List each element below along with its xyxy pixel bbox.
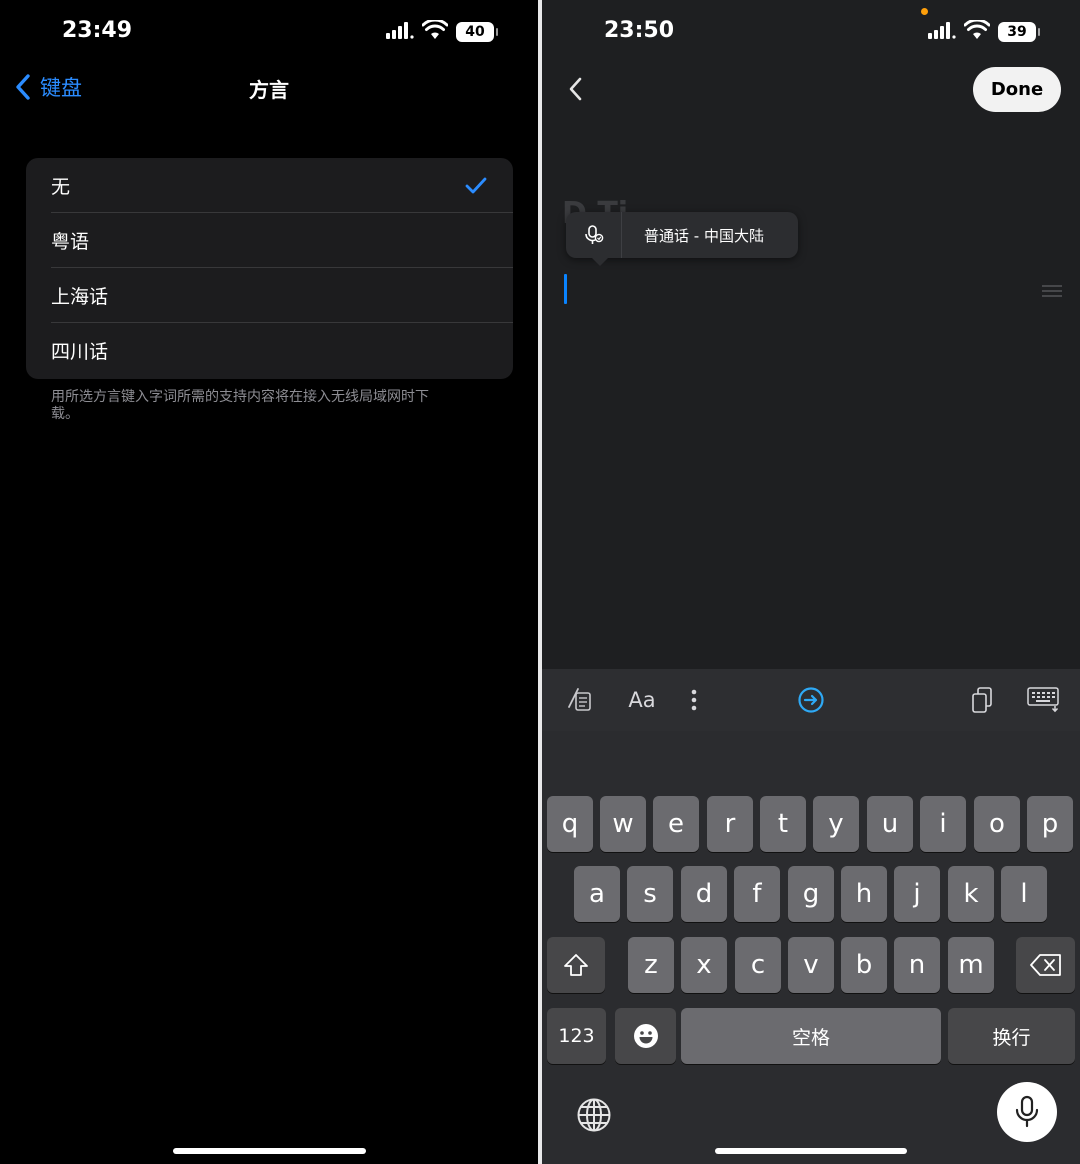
text-style-icon[interactable]: [562, 669, 598, 731]
arrow-circle-icon[interactable]: [796, 669, 826, 731]
status-icons: 39: [928, 18, 1040, 44]
numbers-key[interactable]: 123: [547, 1008, 606, 1064]
option-label: 四川话: [51, 341, 109, 363]
dialect-option-cantonese[interactable]: 粤语: [26, 213, 513, 268]
wifi-icon: [963, 18, 991, 44]
key-z[interactable]: z: [628, 937, 674, 993]
back-button[interactable]: [564, 74, 586, 108]
option-label: 无: [51, 176, 71, 198]
status-icons: 40: [386, 18, 498, 44]
text-cursor: [564, 274, 567, 304]
chevron-left-icon: [569, 77, 582, 101]
dictation-language-popup[interactable]: 普通话 - 中国大陆: [566, 212, 798, 266]
key-i[interactable]: i: [920, 796, 966, 852]
return-key[interactable]: 换行: [948, 1008, 1075, 1064]
key-c[interactable]: c: [735, 937, 781, 993]
key-h[interactable]: h: [841, 866, 887, 922]
emoji-key[interactable]: [615, 1008, 676, 1064]
backspace-icon: [1029, 954, 1061, 976]
globe-icon[interactable]: [572, 1093, 616, 1137]
drag-handle-icon[interactable]: [1042, 285, 1062, 300]
dialect-settings-screen: 23:49 40 键盘 方言 无 粤语 上海话 四川话 用所选方言键入字词所需的…: [0, 0, 538, 1164]
wifi-icon: [421, 18, 449, 44]
key-s[interactable]: s: [627, 866, 673, 922]
privacy-indicator-dot: [921, 8, 928, 15]
home-indicator[interactable]: [715, 1148, 907, 1154]
battery-indicator: 40: [456, 22, 498, 42]
key-p[interactable]: p: [1027, 796, 1073, 852]
key-r[interactable]: r: [707, 796, 753, 852]
editor-toolbar: Aa: [542, 669, 1080, 731]
key-d[interactable]: d: [681, 866, 727, 922]
shift-arrow-icon: [564, 954, 588, 976]
done-button[interactable]: Done: [973, 67, 1061, 112]
key-a[interactable]: a: [574, 866, 620, 922]
status-time: 23:49: [62, 18, 133, 43]
dictation-language-label: 普通话 - 中国大陆: [644, 226, 764, 245]
key-w[interactable]: w: [600, 796, 646, 852]
shift-key[interactable]: [547, 937, 605, 993]
note-editor-screen: 23:50 39 Done D Ti 普通话 - 中国大陆 Aa: [542, 0, 1080, 1164]
space-key[interactable]: 空格: [681, 1008, 941, 1064]
more-options-icon[interactable]: [682, 669, 706, 731]
checkmark-icon: [465, 177, 487, 193]
page-title: 方言: [249, 78, 289, 102]
key-b[interactable]: b: [841, 937, 887, 993]
key-l[interactable]: l: [1001, 866, 1047, 922]
dialect-option-shanghainese[interactable]: 上海话: [26, 268, 513, 323]
key-k[interactable]: k: [948, 866, 994, 922]
key-o[interactable]: o: [974, 796, 1020, 852]
hide-keyboard-icon[interactable]: [1026, 669, 1064, 731]
status-time: 23:50: [604, 18, 675, 43]
clipboard-icon[interactable]: [968, 669, 996, 731]
key-x[interactable]: x: [681, 937, 727, 993]
font-format-button[interactable]: Aa: [622, 669, 662, 731]
key-e[interactable]: e: [653, 796, 699, 852]
emoji-icon: [633, 1024, 658, 1048]
home-indicator[interactable]: [173, 1148, 366, 1154]
dictation-mic-button[interactable]: [997, 1082, 1057, 1142]
battery-indicator: 39: [998, 22, 1040, 42]
key-n[interactable]: n: [894, 937, 940, 993]
dialect-option-none[interactable]: 无: [26, 158, 513, 213]
key-f[interactable]: f: [734, 866, 780, 922]
cellular-signal-icon: [386, 21, 414, 43]
key-m[interactable]: m: [948, 937, 994, 993]
key-v[interactable]: v: [788, 937, 834, 993]
delete-key[interactable]: [1016, 937, 1075, 993]
key-g[interactable]: g: [788, 866, 834, 922]
key-t[interactable]: t: [760, 796, 806, 852]
option-label: 上海话: [51, 286, 109, 308]
key-u[interactable]: u: [867, 796, 913, 852]
option-label: 粤语: [51, 231, 90, 253]
dialect-options-list: 无 粤语 上海话 四川话: [26, 158, 513, 379]
key-q[interactable]: q: [547, 796, 593, 852]
footnote-text: 用所选方言键入字词所需的支持内容将在接入无线局域网时下载。: [51, 389, 429, 422]
key-j[interactable]: j: [894, 866, 940, 922]
microphone-icon: [1015, 1095, 1039, 1128]
cellular-signal-icon: [928, 21, 956, 43]
key-y[interactable]: y: [813, 796, 859, 852]
dictation-mic-icon: [566, 212, 622, 258]
dialect-option-sichuanese[interactable]: 四川话: [26, 323, 513, 378]
